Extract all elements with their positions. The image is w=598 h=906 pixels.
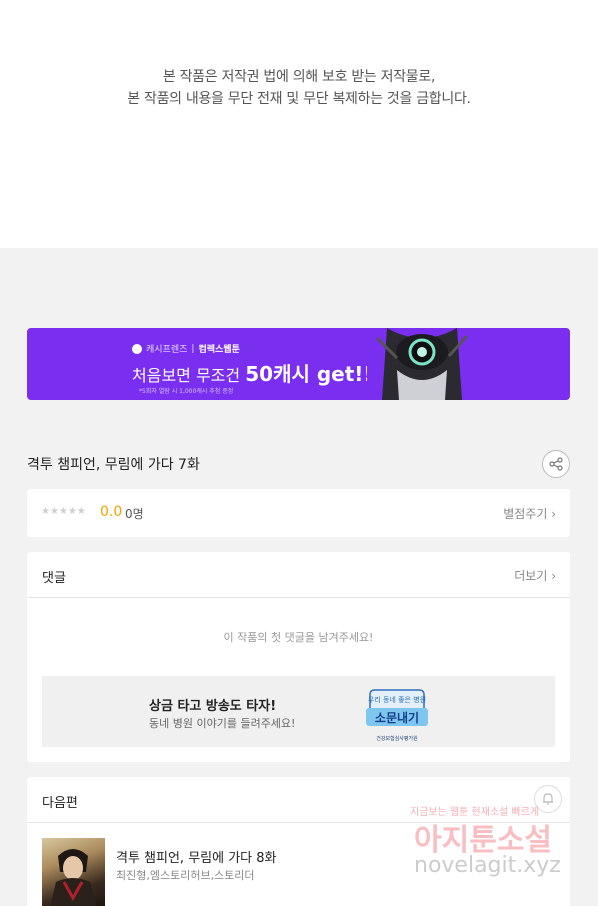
notification-button[interactable] <box>534 785 562 813</box>
event-banner[interactable]: 상금 타고 방송도 타자! 동네 병원 이야기를 들려주세요! 우리 동네 좋은… <box>42 676 555 747</box>
event-title: 상금 타고 방송도 타자! <box>149 699 277 714</box>
thumbnail-illustration <box>50 849 97 906</box>
event-logo-icon: 우리 동네 좋은 병원 소문내기 건강보험심사평가원 <box>366 689 428 742</box>
next-episode-header: 다음편 <box>27 777 570 823</box>
promo-banner[interactable]: 캐시프렌즈 | 컴렉스웹툰 처음보면 무조건 50캐시 get!! *5회차 열… <box>27 328 570 400</box>
comments-more-link[interactable]: 더보기 › <box>514 567 556 584</box>
next-episode-label: 다음편 <box>42 796 78 811</box>
banner-promo-prefix: 처음보면 무조건 <box>132 366 241 385</box>
event-subtitle: 동네 병원 이야기를 들려주세요! <box>149 717 296 730</box>
cashfriends-logo-icon <box>132 343 142 354</box>
event-logo-org-text: 건강보험심사평가원 <box>376 735 418 742</box>
comments-header: 댓글 더보기 › <box>27 552 570 598</box>
rating-score: 0.0 <box>100 504 123 520</box>
rate-button[interactable]: 별점주기 › <box>503 505 556 522</box>
episode-title: 격투 챔피언, 무림에 가다 7화 <box>27 457 200 473</box>
banner-promo-highlight: 50캐시 get!! <box>245 362 373 386</box>
banner-brand: 캐시프렌즈 | 컴렉스웹툰 <box>132 342 240 355</box>
copyright-line-1: 본 작품은 저작권 법에 의해 보호 받는 저작물로, <box>162 69 436 85</box>
banner-fine-print: *5회차 열람 시 1,000캐시 추첨 증정 <box>139 388 234 395</box>
banner-promo-text: 처음보면 무조건 50캐시 get!! <box>132 358 373 387</box>
episode-title-row: 격투 챔피언, 무림에 가다 7화 <box>27 450 570 478</box>
rating-card: ★★★★★ 0.0 0명 별점주기 › <box>27 489 570 537</box>
rating-stars-icon: ★★★★★ <box>41 506 86 517</box>
copyright-notice: 본 작품은 저작권 법에 의해 보호 받는 저작물로, 본 작품의 내용을 무단… <box>0 0 598 248</box>
bell-icon <box>543 793 553 805</box>
event-logo-main-text: 소문내기 <box>375 710 419 725</box>
banner-mask-illustration <box>367 328 477 400</box>
comments-card: 댓글 더보기 › 이 작품의 첫 댓글을 남겨주세요! 상금 타고 방송도 타자… <box>27 552 570 762</box>
event-logo-top-text: 우리 동네 좋은 병원 <box>368 695 426 704</box>
banner-brand-name: 캐시프렌즈 <box>146 345 188 355</box>
comments-empty-message: 이 작품의 첫 댓글을 남겨주세요! <box>223 631 374 644</box>
copyright-line-2: 본 작품의 내용을 무단 전재 및 무단 복제하는 것을 금합니다. <box>127 91 471 107</box>
rating-count: 0명 <box>125 507 144 521</box>
banner-partner-name: 컴렉스웹툰 <box>198 345 240 355</box>
next-episode-thumbnail[interactable] <box>42 838 105 906</box>
next-episode-authors: 최진형,엠스토리허브,스토리더 <box>116 869 255 882</box>
next-episode-card: 다음편 격투 챔피언, 무림에 가다 8화 최진형,엠스토리허브,스토리더 <box>27 777 570 906</box>
next-episode-title[interactable]: 격투 챔피언, 무림에 가다 8화 <box>116 847 277 866</box>
share-icon <box>549 457 563 471</box>
comments-label: 댓글 <box>42 571 66 586</box>
share-button[interactable] <box>542 450 570 478</box>
